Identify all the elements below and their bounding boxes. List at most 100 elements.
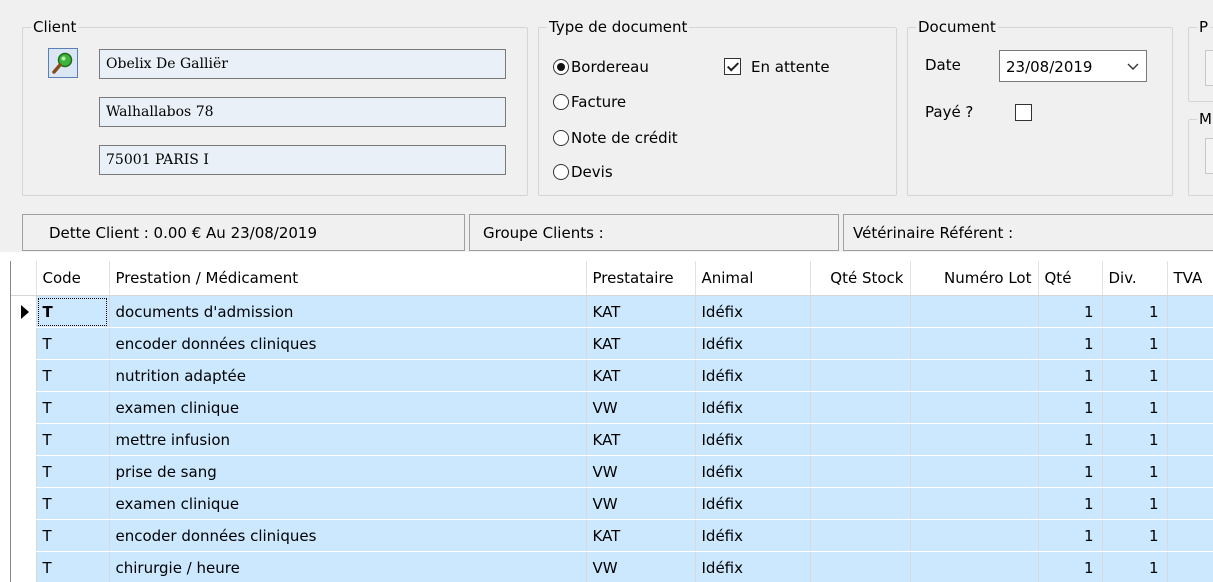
cell-lot[interactable] bbox=[910, 359, 1039, 392]
table-row[interactable]: Tnutrition adaptée KAT Idéfix 1 1 bbox=[11, 359, 1213, 392]
cell-qty[interactable]: 1 bbox=[1038, 359, 1103, 392]
row-indicator[interactable] bbox=[11, 391, 37, 424]
cell-animal[interactable]: Idéfix bbox=[695, 295, 811, 328]
client-search-button[interactable] bbox=[48, 48, 78, 78]
cell-lot[interactable] bbox=[910, 551, 1039, 582]
cell-lot[interactable] bbox=[910, 487, 1039, 520]
cell-qty[interactable]: 1 bbox=[1038, 423, 1103, 456]
cell-item[interactable]: encoder données cliniques bbox=[109, 327, 587, 360]
header-qty[interactable]: Qté bbox=[1038, 261, 1103, 296]
cell-animal[interactable]: Idéfix bbox=[695, 519, 811, 552]
radio-devis[interactable] bbox=[553, 164, 569, 180]
radio-facture[interactable] bbox=[553, 94, 569, 110]
cell-stock[interactable] bbox=[810, 327, 911, 360]
row-indicator[interactable] bbox=[11, 487, 37, 520]
row-indicator[interactable] bbox=[11, 327, 37, 360]
header-vat[interactable]: TVA bbox=[1167, 261, 1213, 296]
cell-item[interactable]: examen clinique bbox=[109, 391, 587, 424]
cell-vat[interactable] bbox=[1167, 359, 1213, 392]
table-row[interactable]: Tdocuments d'admission KAT Idéfix 1 1 bbox=[11, 295, 1213, 328]
cell-lot[interactable] bbox=[910, 423, 1039, 456]
cell-animal[interactable]: Idéfix bbox=[695, 327, 811, 360]
cell-provider[interactable]: KAT bbox=[586, 519, 696, 552]
cell-vat[interactable] bbox=[1167, 423, 1213, 456]
header-animal[interactable]: Animal bbox=[695, 261, 811, 296]
cell-qty[interactable]: 1 bbox=[1038, 519, 1103, 552]
cell-item[interactable]: chirurgie / heure bbox=[109, 551, 587, 582]
cell-code[interactable]: T bbox=[36, 359, 110, 392]
header-code[interactable]: Code bbox=[36, 261, 110, 296]
cell-qty[interactable]: 1 bbox=[1038, 295, 1103, 328]
cell-qty[interactable]: 1 bbox=[1038, 455, 1103, 488]
cell-stock[interactable] bbox=[810, 455, 911, 488]
cell-provider[interactable]: KAT bbox=[586, 327, 696, 360]
cell-code[interactable]: T bbox=[36, 551, 110, 582]
cell-div[interactable]: 1 bbox=[1102, 519, 1168, 552]
cell-animal[interactable]: Idéfix bbox=[695, 487, 811, 520]
cell-item[interactable]: mettre infusion bbox=[109, 423, 587, 456]
row-indicator[interactable] bbox=[11, 423, 37, 456]
cell-animal[interactable]: Idéfix bbox=[695, 391, 811, 424]
cell-qty[interactable]: 1 bbox=[1038, 327, 1103, 360]
cell-div[interactable]: 1 bbox=[1102, 551, 1168, 582]
cell-provider[interactable]: KAT bbox=[586, 359, 696, 392]
cell-item[interactable]: examen clinique bbox=[109, 487, 587, 520]
header-provider[interactable]: Prestataire bbox=[586, 261, 696, 296]
header-lot[interactable]: Numéro Lot bbox=[910, 261, 1039, 296]
cell-vat[interactable] bbox=[1167, 391, 1213, 424]
radio-note-de-credit[interactable] bbox=[553, 130, 569, 146]
table-row[interactable]: Tencoder données cliniques KAT Idéfix 1 1 bbox=[11, 327, 1213, 360]
cell-stock[interactable] bbox=[810, 359, 911, 392]
cell-animal[interactable]: Idéfix bbox=[695, 551, 811, 582]
row-indicator[interactable] bbox=[11, 455, 37, 488]
pending-checkbox[interactable] bbox=[724, 58, 741, 75]
cell-item[interactable]: documents d'admission bbox=[109, 295, 587, 328]
cell-code[interactable]: T bbox=[36, 423, 110, 456]
table-row[interactable]: Tencoder données cliniques KAT Idéfix 1 1 bbox=[11, 519, 1213, 552]
table-row[interactable]: Tmettre infusion KAT Idéfix 1 1 bbox=[11, 423, 1213, 456]
cell-lot[interactable] bbox=[910, 327, 1039, 360]
cell-code[interactable]: T bbox=[36, 455, 110, 488]
table-row[interactable]: Tprise de sang VW Idéfix 1 1 bbox=[11, 455, 1213, 488]
client-name-field[interactable]: Obelix De Galliër bbox=[99, 49, 506, 79]
paid-checkbox[interactable] bbox=[1015, 104, 1032, 121]
cell-code[interactable]: T bbox=[36, 487, 110, 520]
cell-qty[interactable]: 1 bbox=[1038, 551, 1103, 582]
right-group-bottom-field[interactable] bbox=[1205, 138, 1213, 174]
cell-provider[interactable]: VW bbox=[586, 455, 696, 488]
cell-stock[interactable] bbox=[810, 551, 911, 582]
header-stock[interactable]: Qté Stock bbox=[810, 261, 911, 296]
cell-lot[interactable] bbox=[910, 519, 1039, 552]
cell-div[interactable]: 1 bbox=[1102, 327, 1168, 360]
cell-stock[interactable] bbox=[810, 391, 911, 424]
cell-item[interactable]: nutrition adaptée bbox=[109, 359, 587, 392]
header-item[interactable]: Prestation / Médicament bbox=[109, 261, 587, 296]
radio-bordereau[interactable] bbox=[553, 59, 569, 75]
cell-lot[interactable] bbox=[910, 295, 1039, 328]
cell-item[interactable]: encoder données cliniques bbox=[109, 519, 587, 552]
cell-stock[interactable] bbox=[810, 295, 911, 328]
cell-animal[interactable]: Idéfix bbox=[695, 423, 811, 456]
cell-vat[interactable] bbox=[1167, 487, 1213, 520]
cell-vat[interactable] bbox=[1167, 295, 1213, 328]
cell-qty[interactable]: 1 bbox=[1038, 391, 1103, 424]
cell-qty[interactable]: 1 bbox=[1038, 487, 1103, 520]
cell-div[interactable]: 1 bbox=[1102, 455, 1168, 488]
cell-vat[interactable] bbox=[1167, 327, 1213, 360]
row-indicator[interactable] bbox=[11, 359, 37, 392]
cell-div[interactable]: 1 bbox=[1102, 359, 1168, 392]
cell-code[interactable]: T bbox=[36, 519, 110, 552]
row-indicator[interactable] bbox=[11, 295, 37, 328]
services-grid[interactable]: Code Prestation / Médicament Prestataire… bbox=[10, 261, 1213, 582]
row-indicator[interactable] bbox=[11, 551, 37, 582]
table-row[interactable]: Tchirurgie / heure VW Idéfix 1 1 bbox=[11, 551, 1213, 582]
cell-animal[interactable]: Idéfix bbox=[695, 359, 811, 392]
cell-div[interactable]: 1 bbox=[1102, 423, 1168, 456]
client-city-field[interactable]: 75001 PARIS I bbox=[99, 145, 506, 175]
cell-animal[interactable]: Idéfix bbox=[695, 455, 811, 488]
cell-code[interactable]: T bbox=[36, 391, 110, 424]
cell-vat[interactable] bbox=[1167, 519, 1213, 552]
cell-provider[interactable]: VW bbox=[586, 551, 696, 582]
cell-stock[interactable] bbox=[810, 519, 911, 552]
cell-lot[interactable] bbox=[910, 391, 1039, 424]
